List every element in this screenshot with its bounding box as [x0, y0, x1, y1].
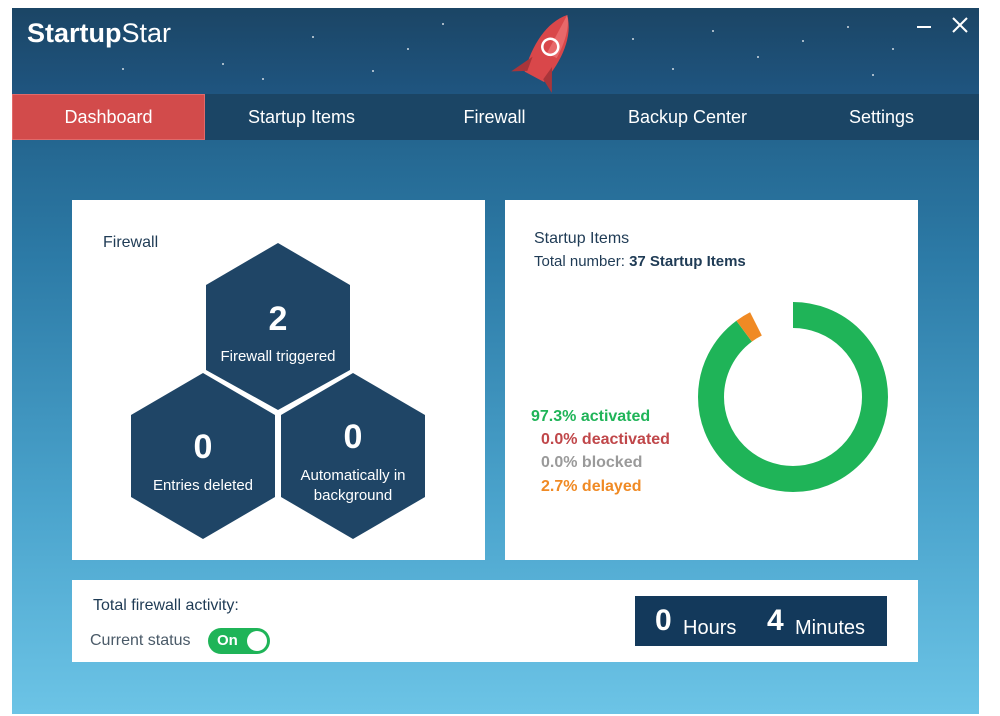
hours-value: 0	[655, 604, 672, 637]
total-value: 37 Startup Items	[629, 253, 746, 270]
donut-slice-activated	[698, 302, 888, 492]
toggle-text: On	[217, 632, 238, 649]
minutes-label: Minutes	[795, 617, 866, 639]
hex-automatic-background[interactable]	[281, 373, 425, 539]
auto-value: 0	[344, 418, 363, 456]
legend-blocked: 0.0% blocked	[541, 454, 643, 471]
startup-items-panel: Startup Items Total number: 37 Startup I…	[505, 200, 918, 560]
deleted-label: Entries deleted	[153, 477, 253, 494]
auto-label-line2: background	[314, 487, 392, 504]
legend-deactivated: 0.0% deactivated	[541, 431, 670, 448]
activity-timer: 0 Hours 4 Minutes	[635, 596, 887, 646]
close-button[interactable]	[946, 14, 974, 42]
title-bar: StartupStar	[12, 8, 979, 94]
hours-label: Hours	[683, 617, 737, 639]
tab-dashboard[interactable]: Dashboard	[12, 94, 205, 140]
close-icon	[952, 17, 968, 33]
startup-panel-title: Startup Items	[534, 230, 630, 247]
triggered-label: Firewall triggered	[220, 348, 335, 365]
firewall-panel: Firewall 2 Firewall triggered 0 Entries …	[72, 200, 485, 560]
tab-startup-items[interactable]: Startup Items	[205, 94, 398, 140]
triggered-value: 2	[269, 300, 288, 338]
total-label: Total number:	[534, 253, 625, 270]
toggle-knob	[247, 631, 267, 651]
minutes-value: 4	[767, 604, 784, 637]
legend-activated: 97.3% activated	[531, 408, 651, 425]
status-toggle[interactable]: On	[208, 628, 270, 654]
startup-donut-chart	[698, 302, 888, 492]
app-logo: StartupStar	[27, 18, 171, 49]
legend-delayed: 2.7% delayed	[541, 478, 642, 495]
deleted-value: 0	[194, 428, 213, 466]
minimize-icon	[917, 26, 931, 28]
brand-bold: Startup	[27, 18, 122, 48]
tab-settings[interactable]: Settings	[784, 94, 979, 140]
rocket-icon	[511, 15, 569, 93]
tab-backup-center[interactable]: Backup Center	[591, 94, 784, 140]
total-number-line: Total number: 37 Startup Items	[534, 253, 746, 270]
auto-label-line1: Automatically in	[300, 467, 405, 484]
activity-panel: Total firewall activity: Current status …	[72, 580, 918, 662]
brand-light: Star	[121, 18, 172, 48]
minimize-button[interactable]	[910, 14, 938, 42]
main-nav: Dashboard Startup Items Firewall Backup …	[12, 94, 979, 140]
firewall-hexagons: 2 Firewall triggered 0 Entries deleted 0…	[131, 243, 425, 539]
app-window: StartupStar Dashboard Startup Items Fire…	[12, 8, 979, 714]
tab-firewall[interactable]: Firewall	[398, 94, 591, 140]
activity-title: Total firewall activity:	[93, 597, 239, 614]
status-label: Current status	[90, 632, 191, 649]
